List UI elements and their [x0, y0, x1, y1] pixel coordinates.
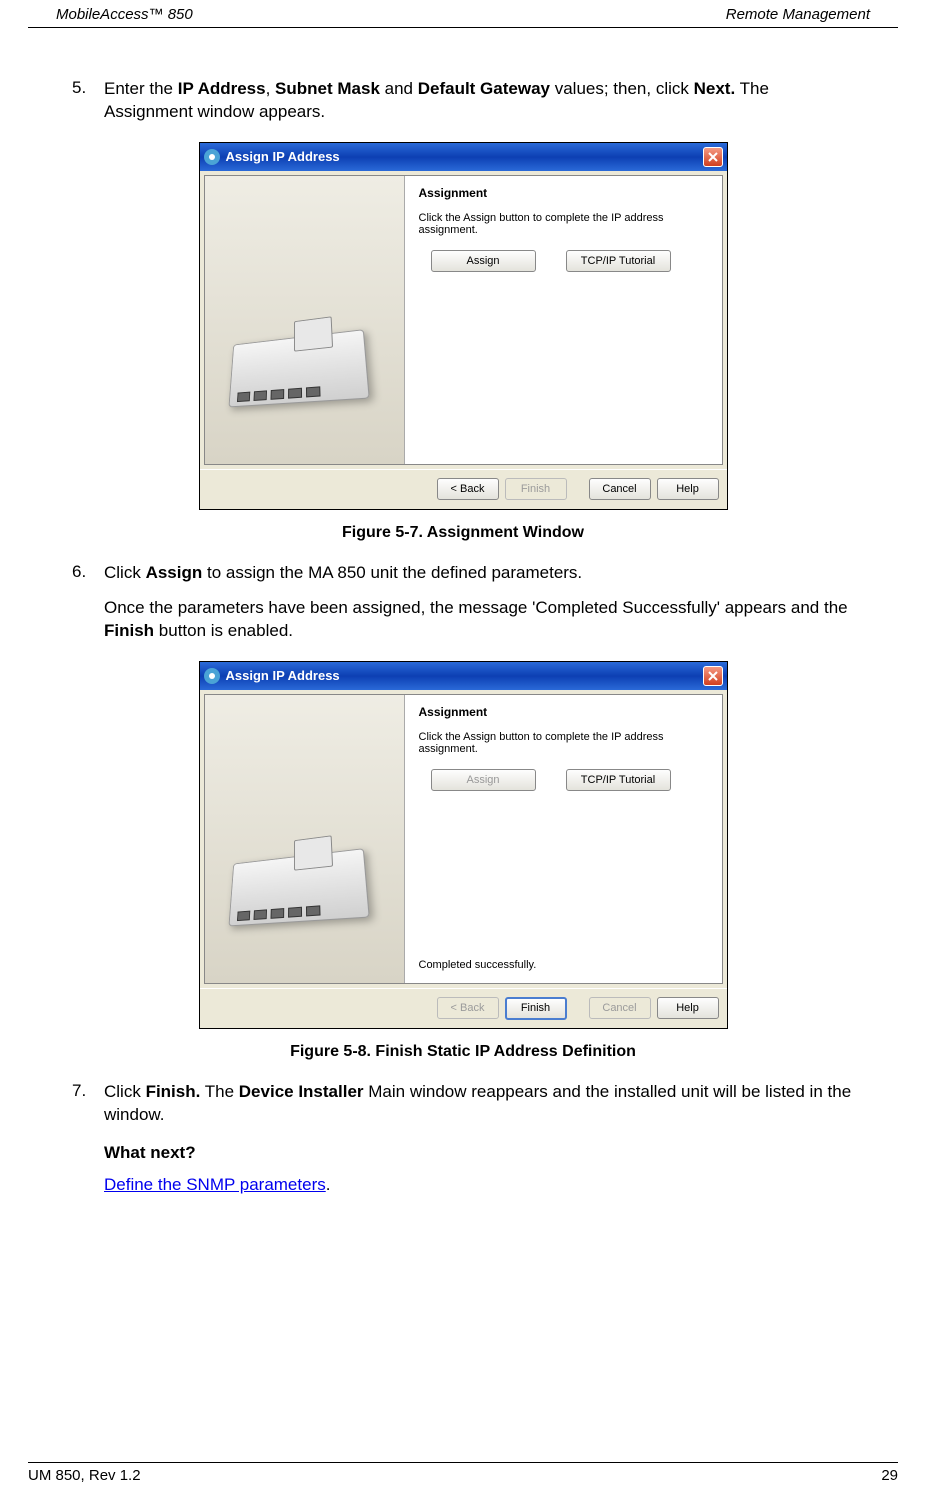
wizard-footer: < Back Finish Cancel Help — [200, 469, 727, 509]
step-6: 6. Click Assign to assign the MA 850 uni… — [72, 562, 854, 585]
figure-caption-2: Figure 5-8. Finish Static IP Address Def… — [72, 1043, 854, 1061]
step-6-followup: Once the parameters have been assigned, … — [104, 597, 854, 643]
device-illustration — [228, 848, 369, 926]
assignment-dialog-2: Assign IP Address — [199, 661, 728, 1029]
wizard-footer: < Back Finish Cancel Help — [200, 988, 727, 1028]
assign-button: Assign — [431, 769, 536, 791]
step-text: Click Finish. The Device Installer Main … — [104, 1081, 854, 1127]
close-button[interactable] — [703, 147, 723, 167]
step-number: 5. — [72, 78, 104, 124]
window-title: Assign IP Address — [226, 149, 703, 164]
finish-button[interactable]: Finish — [505, 997, 567, 1020]
header-left: MobileAccess™ 850 — [56, 6, 193, 23]
wizard-content: Assignment Click the Assign button to co… — [405, 176, 722, 464]
app-icon — [204, 668, 220, 684]
step-7: 7. Click Finish. The Device Installer Ma… — [72, 1081, 854, 1127]
app-icon — [204, 149, 220, 165]
help-button[interactable]: Help — [657, 478, 719, 500]
device-illustration — [228, 329, 369, 407]
snmp-link-line: Define the SNMP parameters. — [104, 1175, 854, 1195]
page-footer: UM 850, Rev 1.2 29 — [28, 1462, 898, 1484]
wizard-sidebar — [205, 695, 405, 983]
window-title: Assign IP Address — [226, 668, 703, 683]
finish-button: Finish — [505, 478, 567, 500]
assignment-dialog-1: Assign IP Address — [199, 142, 728, 510]
help-button[interactable]: Help — [657, 997, 719, 1019]
figure-caption-1: Figure 5-7. Assignment Window — [72, 524, 854, 542]
close-icon — [708, 152, 718, 162]
page-content: 5. Enter the IP Address, Subnet Mask and… — [0, 28, 926, 1195]
titlebar: Assign IP Address — [200, 662, 727, 690]
assignment-heading: Assignment — [419, 705, 708, 719]
step-number: 6. — [72, 562, 104, 585]
snmp-parameters-link[interactable]: Define the SNMP parameters — [104, 1175, 326, 1194]
tcpip-tutorial-button[interactable]: TCP/IP Tutorial — [566, 769, 671, 791]
step-number: 7. — [72, 1081, 104, 1127]
step-5: 5. Enter the IP Address, Subnet Mask and… — [72, 78, 854, 124]
page-header: MobileAccess™ 850 Remote Management — [28, 0, 898, 28]
footer-right: 29 — [881, 1467, 898, 1484]
back-button[interactable]: < Back — [437, 478, 499, 500]
titlebar: Assign IP Address — [200, 143, 727, 171]
what-next-heading: What next? — [104, 1143, 854, 1163]
assignment-heading: Assignment — [419, 186, 708, 200]
footer-left: UM 850, Rev 1.2 — [28, 1467, 141, 1484]
assignment-desc: Click the Assign button to complete the … — [419, 212, 708, 236]
step-text: Click Assign to assign the MA 850 unit t… — [104, 562, 582, 585]
cancel-button[interactable]: Cancel — [589, 478, 651, 500]
step-text: Enter the IP Address, Subnet Mask and De… — [104, 78, 854, 124]
wizard-sidebar — [205, 176, 405, 464]
header-right: Remote Management — [726, 6, 870, 23]
tcpip-tutorial-button[interactable]: TCP/IP Tutorial — [566, 250, 671, 272]
close-button[interactable] — [703, 666, 723, 686]
assignment-desc: Click the Assign button to complete the … — [419, 731, 708, 755]
completed-message: Completed successfully. — [419, 959, 537, 971]
assign-button[interactable]: Assign — [431, 250, 536, 272]
back-button: < Back — [437, 997, 499, 1019]
wizard-content: Assignment Click the Assign button to co… — [405, 695, 722, 983]
cancel-button: Cancel — [589, 997, 651, 1019]
close-icon — [708, 671, 718, 681]
